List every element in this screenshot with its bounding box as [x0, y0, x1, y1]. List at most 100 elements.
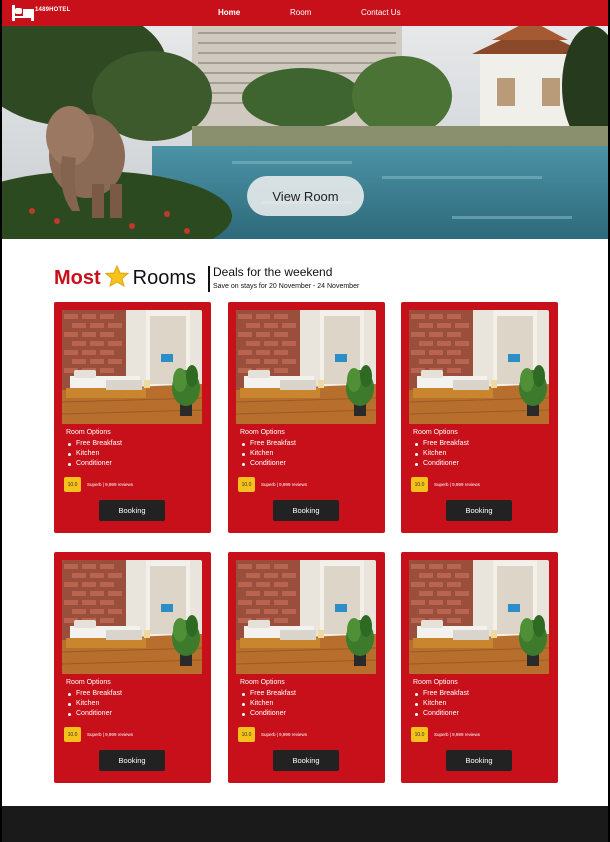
feature-label: Free Breakfast	[423, 440, 469, 447]
room-photo[interactable]	[62, 310, 202, 424]
bullet-icon	[242, 702, 245, 706]
booking-button[interactable]: Booking	[273, 750, 339, 771]
feature-item: Kitchen	[68, 699, 122, 709]
bed-icon	[12, 5, 34, 21]
feature-item: Free Breakfast	[242, 439, 296, 449]
feature-item: Kitchen	[415, 449, 469, 459]
score-badge: 10.0	[64, 477, 81, 492]
bullet-icon	[415, 702, 418, 706]
bullet-icon	[242, 442, 245, 446]
feature-label: Free Breakfast	[250, 690, 296, 697]
feature-label: Kitchen	[76, 450, 100, 457]
feature-label: Kitchen	[423, 450, 447, 457]
bullet-icon	[415, 692, 418, 696]
feature-item: Conditioner	[415, 459, 469, 469]
feature-label: Free Breakfast	[423, 690, 469, 697]
feature-list: Free Breakfast Kitchen Conditioner	[68, 439, 122, 469]
review-text: Superb | 9,999 reviews	[434, 482, 480, 487]
booking-button[interactable]: Booking	[99, 750, 165, 771]
title-divider	[208, 266, 210, 292]
booking-button[interactable]: Booking	[273, 500, 339, 521]
feature-item: Conditioner	[68, 709, 122, 719]
feature-label: Conditioner	[250, 460, 286, 467]
score-badge: 10.0	[411, 477, 428, 492]
nav-home-link[interactable]: Home	[218, 8, 240, 17]
bullet-icon	[242, 462, 245, 466]
room-options-title: Room Options	[413, 679, 458, 686]
bullet-icon	[415, 462, 418, 466]
bullet-icon	[68, 442, 71, 446]
feature-label: Conditioner	[76, 710, 112, 717]
feature-item: Kitchen	[415, 699, 469, 709]
score-badge: 10.0	[238, 477, 255, 492]
feature-label: Kitchen	[250, 450, 274, 457]
review-text: Superb | 9,999 reviews	[87, 732, 133, 737]
bullet-icon	[68, 692, 71, 696]
feature-list: Free Breakfast Kitchen Conditioner	[242, 439, 296, 469]
room-options-title: Room Options	[240, 429, 285, 436]
page: 1489HOTEL Home Room Contact Us View Room…	[2, 0, 608, 842]
score-badge: 10.0	[238, 727, 255, 742]
room-photo[interactable]	[236, 310, 376, 424]
feature-item: Conditioner	[68, 459, 122, 469]
bullet-icon	[68, 702, 71, 706]
title-rooms: Rooms	[132, 266, 197, 289]
feature-item: Conditioner	[242, 459, 296, 469]
room-photo[interactable]	[236, 560, 376, 674]
room-options-title: Room Options	[413, 429, 458, 436]
brand-logo[interactable]: 1489HOTEL	[12, 4, 70, 22]
review-text: Superb | 9,999 reviews	[87, 482, 133, 487]
bullet-icon	[415, 442, 418, 446]
feature-label: Conditioner	[76, 460, 112, 467]
room-card: Room Options Free Breakfast Kitchen Condit…	[228, 552, 385, 783]
nav-contact-link[interactable]: Contact Us	[361, 8, 401, 17]
feature-list: Free Breakfast Kitchen Conditioner	[242, 689, 296, 719]
feature-label: Conditioner	[423, 710, 459, 717]
room-options-title: Room Options	[240, 679, 285, 686]
title-most: Most	[54, 266, 101, 289]
feature-label: Conditioner	[423, 460, 459, 467]
nav-room-link[interactable]: Room	[290, 8, 311, 17]
feature-list: Free Breakfast Kitchen Conditioner	[68, 689, 122, 719]
room-card: Room Options Free Breakfast Kitchen Condit…	[401, 552, 558, 783]
feature-item: Free Breakfast	[68, 689, 122, 699]
room-card: Room Options Free Breakfast Kitchen Condit…	[401, 302, 558, 533]
feature-label: Free Breakfast	[76, 690, 122, 697]
room-photo[interactable]	[62, 560, 202, 674]
feature-item: Kitchen	[68, 449, 122, 459]
brand-name: 1489HOTEL	[35, 7, 71, 13]
feature-label: Free Breakfast	[76, 440, 122, 447]
review-text: Superb | 9,999 reviews	[434, 732, 480, 737]
view-room-button[interactable]: View Room	[247, 176, 364, 216]
review-text: Superb | 9,999 reviews	[261, 482, 307, 487]
room-card: Room Options Free Breakfast Kitchen Condit…	[228, 302, 385, 533]
score-badge: 10.0	[411, 727, 428, 742]
booking-button[interactable]: Booking	[446, 750, 512, 771]
booking-button[interactable]: Booking	[446, 500, 512, 521]
feature-item: Free Breakfast	[415, 689, 469, 699]
booking-button[interactable]: Booking	[99, 500, 165, 521]
feature-label: Kitchen	[76, 700, 100, 707]
room-photo[interactable]	[409, 560, 549, 674]
feature-list: Free Breakfast Kitchen Conditioner	[415, 439, 469, 469]
bullet-icon	[68, 712, 71, 716]
feature-item: Conditioner	[415, 709, 469, 719]
room-photo[interactable]	[409, 310, 549, 424]
star-icon	[104, 264, 129, 292]
bullet-icon	[415, 712, 418, 716]
bullet-icon	[415, 452, 418, 456]
feature-label: Kitchen	[423, 700, 447, 707]
room-card: Room Options Free Breakfast Kitchen Condit…	[54, 302, 211, 533]
feature-item: Conditioner	[242, 709, 296, 719]
room-options-title: Room Options	[66, 679, 111, 686]
score-badge: 10.0	[64, 727, 81, 742]
feature-label: Conditioner	[250, 710, 286, 717]
top-nav: 1489HOTEL Home Room Contact Us	[2, 0, 608, 26]
feature-label: Free Breakfast	[250, 440, 296, 447]
bullet-icon	[68, 462, 71, 466]
deal-subtitle: Save on stays for 20 November - 24 Novem…	[213, 283, 360, 290]
review-text: Superb | 9,999 reviews	[261, 732, 307, 737]
bullet-icon	[242, 452, 245, 456]
feature-item: Free Breakfast	[415, 439, 469, 449]
section-title: Most Rooms	[54, 264, 196, 292]
